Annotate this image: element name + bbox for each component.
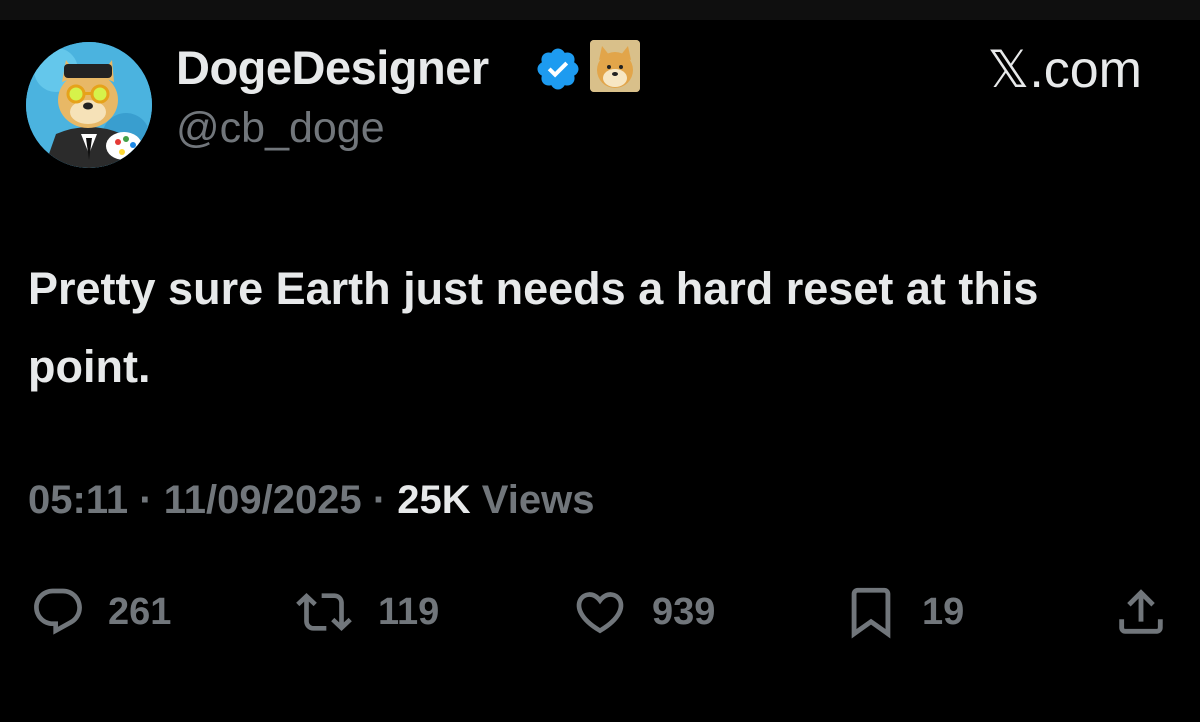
bookmark-button[interactable]: 19 [842, 582, 964, 642]
bookmark-count: 19 [922, 590, 965, 633]
source-label: 𝕏.com [987, 41, 1142, 99]
reply-icon [34, 588, 82, 635]
share-icon [1119, 589, 1163, 634]
reply-count: 261 [108, 590, 172, 633]
repost-icon [296, 593, 352, 631]
reply-button[interactable]: 261 [30, 582, 171, 642]
bookmark-icon [851, 587, 891, 639]
verified-badge-icon [537, 48, 579, 90]
tweet-time[interactable]: 05:11 [28, 478, 128, 522]
author-display-name[interactable]: DogeDesigner [176, 40, 489, 95]
author-handle[interactable]: @cb_doge [176, 104, 385, 153]
tweet-card: DogeDesigner @cb_doge 𝕏.com Pretty sure … [0, 20, 1200, 722]
like-count: 939 [652, 590, 716, 633]
meta-separator: · [372, 478, 387, 522]
tweet-text: Pretty sure Earth just needs a hard rese… [28, 263, 1039, 392]
avatar[interactable] [26, 42, 152, 168]
heart-icon [576, 592, 624, 634]
like-button[interactable]: 939 [570, 582, 715, 642]
repost-button[interactable]: 119 [292, 582, 439, 642]
action-bar: 261 119 939 19 [0, 582, 1200, 642]
top-strip [0, 0, 1200, 20]
views-count: 25K [397, 478, 471, 522]
share-button[interactable] [1112, 582, 1170, 642]
doge-badge-icon[interactable] [590, 40, 640, 92]
repost-count: 119 [378, 590, 440, 633]
tweet-date[interactable]: 11/09/2025 [164, 478, 362, 522]
tweet-meta: 05:11 · 11/09/2025 · 25K Views [28, 478, 594, 523]
meta-separator: · [139, 478, 153, 522]
doge-avatar-icon [26, 42, 152, 168]
views-label: Views [481, 478, 595, 522]
